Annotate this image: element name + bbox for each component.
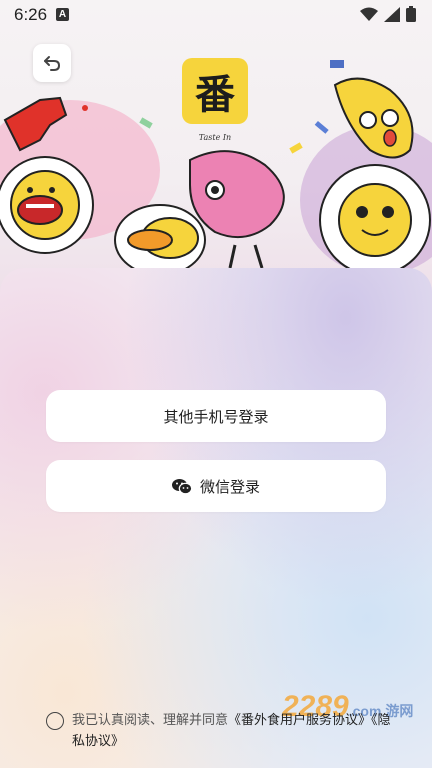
user-agreement-link[interactable]: 《番外食用户服务协议》 <box>228 713 371 728</box>
signal-icon <box>384 6 400 22</box>
agreement-row: 我已认真阅读、理解并同意《番外食用户服务协议》《隐私协议》 <box>46 710 396 752</box>
notification-a-icon: A <box>56 8 69 21</box>
wechat-login-label: 微信登录 <box>199 477 260 496</box>
wechat-icon <box>171 478 192 494</box>
status-time: 6:26 <box>14 5 48 24</box>
app-logo: 番 <box>182 58 248 124</box>
agreement-prefix: 我已认真阅读、理解并同意 <box>72 713 229 728</box>
back-button[interactable] <box>33 44 71 82</box>
wifi-icon <box>360 7 378 21</box>
status-bar: 6:26 A <box>0 0 432 30</box>
battery-icon <box>406 6 416 22</box>
wechat-login-button[interactable]: 微信登录 <box>46 460 386 512</box>
logo-char: 番 <box>195 72 235 118</box>
back-arrow-icon <box>44 56 61 71</box>
logo-caption: Taste In <box>198 133 232 142</box>
agreement-checkbox[interactable] <box>46 712 64 730</box>
other-phone-login-label: 其他手机号登录 <box>163 407 269 426</box>
other-phone-login-button[interactable]: 其他手机号登录 <box>46 390 386 442</box>
